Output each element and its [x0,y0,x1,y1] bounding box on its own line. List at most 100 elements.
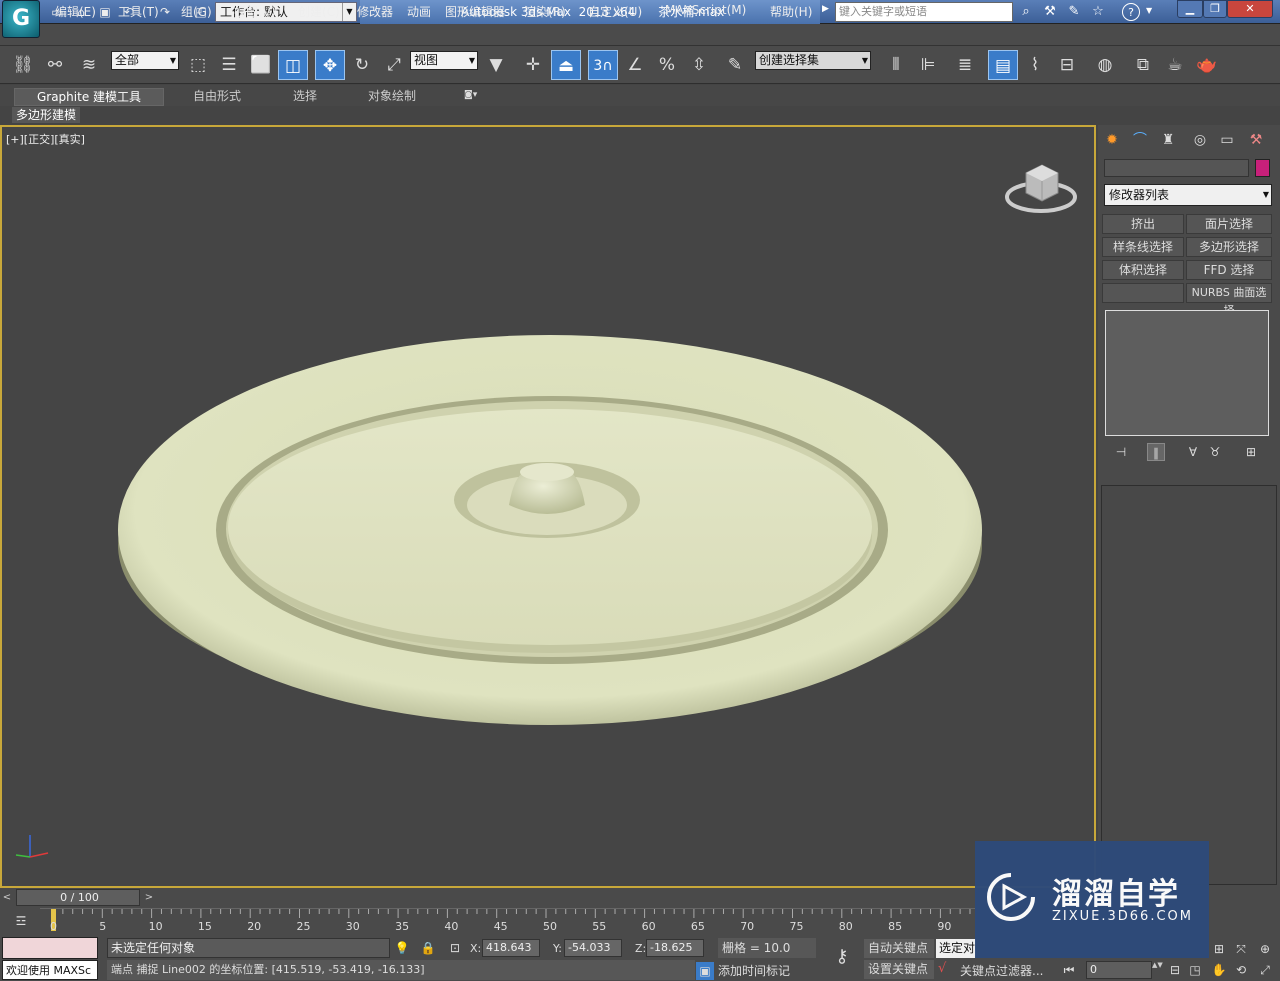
viewcube[interactable] [1004,159,1080,219]
set-key-button[interactable]: 设置关键点 [864,960,934,979]
select-object-icon[interactable]: ⬚ [183,50,213,80]
menu-customize[interactable]: 自定义(U) [588,3,642,20]
spinner-snap-icon[interactable]: ⇳ [684,50,714,80]
modifier-list-dropdown[interactable]: 修改器列表 ▼ [1104,184,1272,206]
nurbs-surface-select-button[interactable]: NURBS 曲面选择 [1186,283,1272,317]
z-coordinate-field[interactable]: -18.625 [646,939,704,957]
restore-button[interactable]: ❐ [1203,0,1227,18]
rectangular-selection-icon[interactable]: ⬜ [246,50,276,80]
region-zoom-icon[interactable]: ◳ [1186,961,1204,979]
extrude-button[interactable]: 挤出 [1102,214,1184,234]
move-icon[interactable]: ✥ [315,50,345,80]
menu-create[interactable]: 创建(C) [298,3,340,20]
menu-help[interactable]: 帮助(H) [770,3,812,20]
favorites-star-icon[interactable]: ☆ [1088,3,1108,21]
select-manipulate-icon[interactable]: ✛ [518,50,548,80]
menu-tools[interactable]: 工具(T) [118,3,159,20]
selection-lock-icon[interactable]: 🔒 [419,939,437,957]
empty-modifier-button[interactable] [1102,283,1184,303]
utilities-tab-hammer-icon[interactable]: ⚒ [1244,129,1268,151]
material-editor-icon[interactable]: ◍ [1090,50,1120,80]
patch-select-button[interactable]: 面片选择 [1186,214,1272,234]
ffd-select-button[interactable]: FFD 选择 [1186,260,1272,280]
rotate-icon[interactable]: ↻ [347,50,377,80]
key-selection-dropdown[interactable]: 选定对 [936,939,976,958]
key-filters-button[interactable]: 关键点过滤器... [960,962,1043,979]
rendered-frame-icon[interactable]: ☕ [1160,50,1190,80]
time-tag-icon[interactable]: ▣ [696,962,714,980]
named-selection-sets-dropdown[interactable]: 创建选择集 ▼ [755,51,871,70]
snaps-toggle-icon[interactable]: 3∩ [588,50,618,80]
maxscript-field[interactable]: 欢迎使用 MAXSc [2,960,98,980]
keyboard-shortcut-override-icon[interactable]: ⏏ [551,50,581,80]
motion-tab-icon[interactable]: ◎ [1188,129,1212,151]
make-unique-icon[interactable]: ∀ [1184,443,1202,461]
reference-coordinate-dropdown[interactable]: 视图 ▼ [410,51,478,70]
modifier-stack[interactable] [1105,310,1269,436]
frame-spinner[interactable]: ▲▼ [1152,961,1163,979]
absolute-mode-icon[interactable]: ⊡ [446,939,464,957]
help-icon[interactable]: ? [1122,3,1140,21]
edit-named-selection-icon[interactable]: ✎ [720,50,750,80]
menu-graph-editors[interactable]: 图形编辑器 [445,3,505,20]
menu-animation[interactable]: 动画 [407,3,431,20]
modify-tab-curve-icon[interactable]: ⌒ [1128,129,1152,151]
selection-filter-dropdown[interactable]: 全部 ▼ [111,51,179,70]
bind-space-warp-icon[interactable]: ≋ [74,50,104,80]
subscription-icon[interactable]: ⚒ [1040,3,1060,21]
show-end-result-icon[interactable]: ∥ [1147,443,1165,461]
maxscript-listener-mini[interactable] [2,937,98,959]
auto-key-button[interactable]: 自动关键点 [864,939,934,958]
search-input[interactable]: 键入关键字或短语 [835,2,1013,22]
key-icon[interactable]: ⚷ [826,946,858,972]
orbit-icon[interactable]: ⟲ [1232,961,1250,979]
hierarchy-tab-icon[interactable]: ♜ [1156,129,1180,151]
tab-object-paint[interactable]: 对象绘制 [360,88,424,106]
render-setup-icon[interactable]: ⧉ [1128,50,1158,80]
minimize-button[interactable]: ▁ [1177,0,1203,18]
maximize-viewport-icon[interactable]: ⤢ [1256,961,1274,979]
time-config-icon[interactable]: ⊟ [1166,961,1184,979]
time-prev-arrow[interactable]: < [0,889,14,906]
communication-icon[interactable]: ✎ [1064,3,1084,21]
polygon-modeling-panel[interactable]: 多边形建模 [12,107,81,123]
volume-select-button[interactable]: 体积选择 [1102,260,1184,280]
object-color-swatch[interactable] [1255,159,1270,177]
app-logo-button[interactable]: G [2,0,40,38]
mirror-icon[interactable]: ⫴ [881,50,911,80]
align-icon[interactable]: ⊫ [913,50,943,80]
binoculars-icon[interactable]: ⌕ [1016,3,1036,21]
object-name-field[interactable] [1104,159,1249,177]
save-icon[interactable]: ▣ [96,3,114,21]
render-teapot-icon[interactable]: 🫖 [1192,50,1222,80]
tab-freeform[interactable]: 自由形式 [185,88,249,106]
ribbon-options-icon[interactable]: ◙▾ [464,90,488,102]
y-coordinate-field[interactable]: -54.033 [564,939,622,957]
create-tab-sun-icon[interactable]: ✹ [1100,129,1124,151]
zoom-extents-icon[interactable]: ⤧ [1232,940,1250,958]
link-icon[interactable]: ⛓ [8,50,38,80]
schematic-view-icon[interactable]: ⊟ [1052,50,1082,80]
remove-modifier-icon[interactable]: ♉ [1206,443,1224,461]
expand-arrow-icon[interactable]: ▶ [822,4,829,14]
menu-modifiers[interactable]: 修改器 [357,3,393,20]
menu-rendering[interactable]: 渲染(R) [524,3,566,20]
angle-snap-icon[interactable]: ∠ [620,50,650,80]
time-slider[interactable]: 0 / 100 [16,889,140,906]
x-coordinate-field[interactable]: 418.643 [482,939,540,957]
pin-stack-icon[interactable]: ⊣ [1112,443,1130,461]
viewport-orthographic[interactable]: [+][正交][真实] [0,125,1096,888]
tab-graphite[interactable]: Graphite 建模工具 [14,88,164,106]
spline-select-button[interactable]: 样条线选择 [1102,237,1184,257]
display-tab-icon[interactable]: ▭ [1215,129,1239,151]
zoom-extents-all-icon[interactable]: ⊕ [1256,940,1274,958]
track-bar-icon[interactable]: ☲ [12,912,30,930]
help-dropdown-icon[interactable]: ▼ [1146,6,1152,15]
graphite-toggle-icon[interactable]: ▤ [988,50,1018,80]
configure-modifier-sets-icon[interactable]: ⊞ [1242,443,1260,461]
select-by-name-icon[interactable]: ☰ [214,50,244,80]
isolate-bulb-icon[interactable]: 💡 [393,939,411,957]
go-to-start-icon[interactable]: ⏮ [1060,961,1078,979]
percent-snap-icon[interactable]: % [652,50,682,80]
menu-group[interactable]: 组(G) [181,3,212,20]
